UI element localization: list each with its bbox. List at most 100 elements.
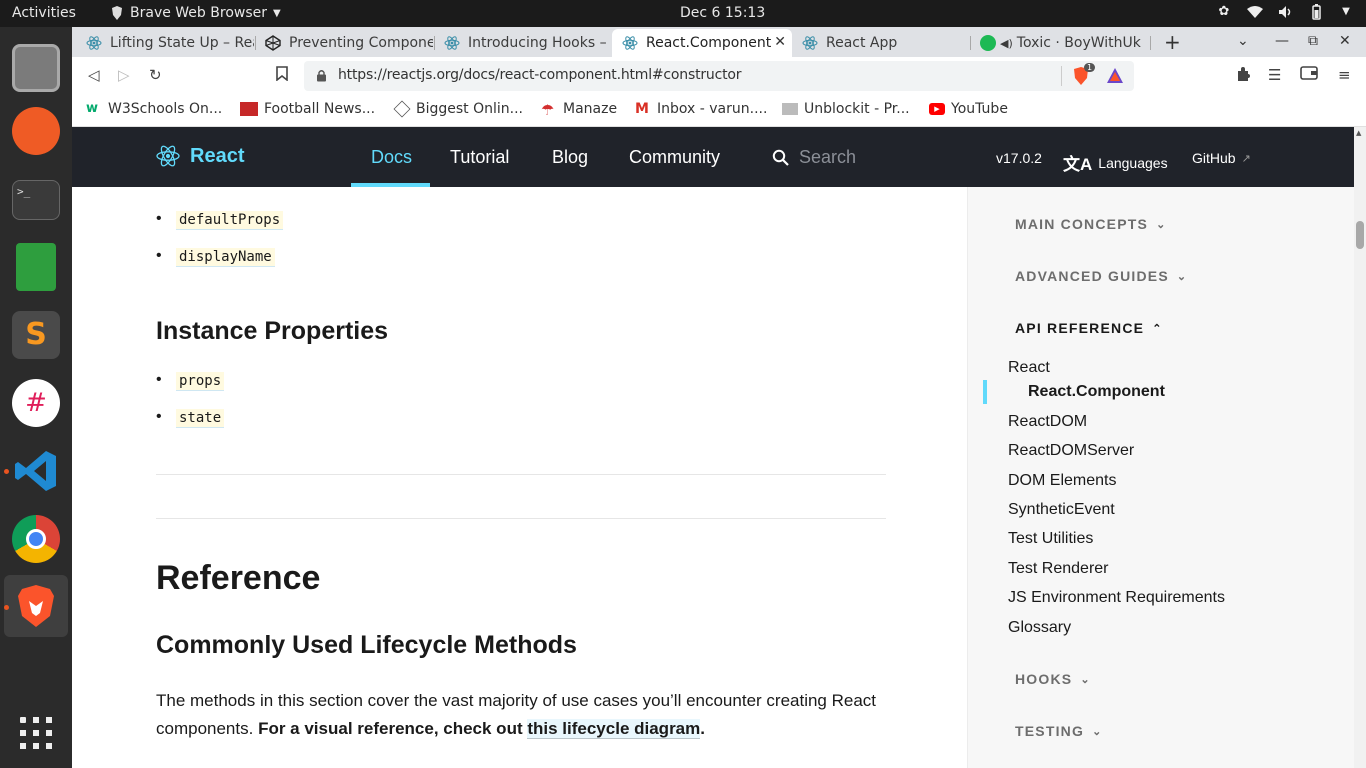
sidebar-item-react-component[interactable]: React.Component bbox=[1028, 383, 1165, 401]
github-label: GitHub bbox=[1192, 150, 1236, 166]
extensions-icon[interactable] bbox=[1235, 66, 1251, 86]
close-window-button[interactable]: ✕ bbox=[1339, 33, 1351, 49]
lifecycle-diagram-link[interactable]: this lifecycle diagram bbox=[527, 719, 701, 739]
chevron-down-icon: ▼ bbox=[273, 7, 281, 19]
external-link-icon: ↗ bbox=[1241, 152, 1251, 165]
sidebar-section-main-concepts[interactable]: MAIN CONCEPTS ⌄ bbox=[1015, 216, 1166, 232]
sidebar-item-dom-elements[interactable]: DOM Elements bbox=[1008, 472, 1116, 490]
scroll-up-arrow-icon[interactable]: ▲ bbox=[1356, 129, 1361, 137]
react-favicon-icon bbox=[86, 35, 102, 51]
code-link[interactable]: defaultProps bbox=[176, 211, 284, 230]
sidebar-section-advanced-guides[interactable]: ADVANCED GUIDES ⌄ bbox=[1015, 268, 1187, 284]
volume-icon bbox=[1279, 6, 1291, 18]
nav-community[interactable]: Community bbox=[629, 147, 720, 168]
clock[interactable]: Dec 6 15:13 bbox=[680, 5, 765, 21]
tab-spotify-toxic[interactable]: ◀) Toxic · BoyWithUk bbox=[970, 29, 1150, 57]
slack-app-icon[interactable]: # bbox=[12, 379, 60, 427]
sidebar-item-syntheticevent[interactable]: SyntheticEvent bbox=[1008, 501, 1115, 519]
search-input[interactable]: Search bbox=[772, 147, 856, 168]
new-tab-button[interactable]: + bbox=[1164, 30, 1181, 54]
sidebar-section-api-reference[interactable]: API REFERENCE ⌃ bbox=[1015, 320, 1163, 336]
bookmark-manaze[interactable]: ☂ Manaze bbox=[541, 101, 617, 119]
bookmark-label: YouTube bbox=[951, 101, 1008, 117]
unblockit-icon bbox=[782, 103, 798, 115]
minimize-button[interactable]: — bbox=[1275, 33, 1289, 49]
chevron-up-icon: ⌃ bbox=[1152, 322, 1163, 335]
sidebar-item-glossary[interactable]: Glossary bbox=[1008, 619, 1071, 637]
sidebar-item-reactdom[interactable]: ReactDOM bbox=[1008, 413, 1087, 431]
languages-link[interactable]: 文A Languages bbox=[1063, 150, 1168, 175]
para-bold-text: For a visual reference, check out bbox=[258, 719, 528, 738]
reference-heading: Reference bbox=[156, 559, 321, 597]
terminal-app-icon[interactable]: >_ bbox=[12, 180, 60, 220]
tab-introducing-hooks[interactable]: Introducing Hooks – bbox=[434, 29, 612, 57]
files-app-icon[interactable] bbox=[12, 44, 60, 92]
page-scrollbar[interactable]: ▲ bbox=[1354, 127, 1366, 768]
system-top-bar: Activities Brave Web Browser ▼ Dec 6 15:… bbox=[0, 0, 1366, 27]
search-placeholder: Search bbox=[799, 147, 857, 167]
sublime-text-app-icon[interactable]: S bbox=[12, 311, 60, 359]
sidebar-item-react[interactable]: React bbox=[1008, 359, 1050, 377]
search-icon bbox=[772, 149, 789, 166]
code-link[interactable]: state bbox=[176, 409, 225, 428]
react-favicon-icon bbox=[444, 35, 460, 51]
bookmark-youtube[interactable]: ▶ YouTube bbox=[929, 101, 1008, 117]
menu-icon[interactable]: ≡ bbox=[1338, 66, 1351, 84]
maximize-button[interactable]: ⧉ bbox=[1308, 33, 1318, 49]
nav-tutorial[interactable]: Tutorial bbox=[450, 147, 509, 168]
sidebar-section-hooks[interactable]: HOOKS ⌄ bbox=[1015, 671, 1091, 687]
chevron-down-icon: ⌄ bbox=[1092, 725, 1103, 738]
version-link[interactable]: v17.0.2 bbox=[996, 150, 1042, 166]
sidebar-item-js-environment[interactable]: JS Environment Requirements bbox=[1008, 589, 1225, 607]
bookmark-biggest-online[interactable]: Biggest Onlin... bbox=[393, 100, 523, 118]
sidebar-item-test-renderer[interactable]: Test Renderer bbox=[1008, 560, 1109, 578]
bookmark-football-news[interactable]: Football News... bbox=[240, 101, 375, 117]
wallet-icon[interactable] bbox=[1300, 66, 1318, 84]
media-queue-icon[interactable]: ☰ bbox=[1268, 66, 1281, 84]
wifi-icon bbox=[1247, 6, 1263, 18]
scrollbar-thumb[interactable] bbox=[1356, 221, 1364, 249]
forward-button[interactable]: ▷ bbox=[118, 66, 130, 84]
code-link[interactable]: props bbox=[176, 372, 225, 391]
spreadsheet-app-icon[interactable] bbox=[16, 243, 56, 291]
tab-preventing-component[interactable]: Preventing Compone bbox=[255, 29, 433, 57]
translate-icon: 文A bbox=[1063, 155, 1093, 174]
react-favicon-icon bbox=[622, 35, 638, 51]
tab-react-app[interactable]: React App bbox=[792, 29, 970, 57]
bookmarks-bar: w W3Schools On... Football News... Bigge… bbox=[72, 95, 1366, 127]
bookmark-gmail-inbox[interactable]: M Inbox - varun.... bbox=[635, 101, 767, 117]
react-logo-link[interactable]: React bbox=[156, 144, 244, 168]
address-bar[interactable]: https://reactjs.org/docs/react-component… bbox=[304, 61, 1134, 91]
sidebar-item-reactdomserver[interactable]: ReactDOMServer bbox=[1008, 442, 1134, 460]
postman-app-icon[interactable] bbox=[12, 107, 60, 155]
w3schools-icon: w bbox=[86, 101, 99, 116]
nav-blog[interactable]: Blog bbox=[552, 147, 588, 168]
brave-rewards-icon[interactable] bbox=[1106, 67, 1124, 88]
bookmark-label: Unblockit - Pr... bbox=[804, 101, 910, 117]
bookmark-w3schools[interactable]: w W3Schools On... bbox=[86, 101, 222, 117]
sidebar-item-test-utilities[interactable]: Test Utilities bbox=[1008, 530, 1093, 548]
tab-react-component[interactable]: React.Component ✕ bbox=[612, 29, 792, 57]
tab-search-icon[interactable]: ⌄ bbox=[1237, 33, 1249, 49]
gmail-icon: M bbox=[635, 101, 649, 117]
divider bbox=[156, 474, 886, 475]
show-apps-grid-icon[interactable] bbox=[20, 717, 52, 749]
app-menu[interactable]: Brave Web Browser ▼ bbox=[110, 5, 281, 21]
bookmark-unblockit[interactable]: Unblockit - Pr... bbox=[782, 101, 910, 117]
close-icon[interactable]: ✕ bbox=[774, 34, 786, 50]
section-label: HOOKS bbox=[1015, 671, 1073, 687]
system-tray[interactable]: ✿ ▼ bbox=[1216, 4, 1354, 20]
brave-app-icon[interactable] bbox=[12, 582, 60, 630]
github-link[interactable]: GitHub ↗ bbox=[1192, 150, 1251, 166]
tab-lifting-state[interactable]: Lifting State Up – Rea bbox=[76, 29, 254, 57]
back-button[interactable]: ◁ bbox=[88, 66, 100, 84]
bookmark-icon[interactable] bbox=[276, 66, 288, 85]
reload-button[interactable]: ↻ bbox=[149, 66, 162, 84]
activities-button[interactable]: Activities bbox=[12, 5, 76, 21]
nav-docs[interactable]: Docs bbox=[371, 147, 412, 168]
vscode-app-icon[interactable] bbox=[12, 447, 60, 495]
tab-title: Preventing Compone bbox=[289, 35, 433, 51]
chrome-app-icon[interactable] bbox=[12, 515, 60, 563]
code-link[interactable]: displayName bbox=[176, 248, 275, 267]
sidebar-section-testing[interactable]: TESTING ⌄ bbox=[1015, 723, 1103, 739]
